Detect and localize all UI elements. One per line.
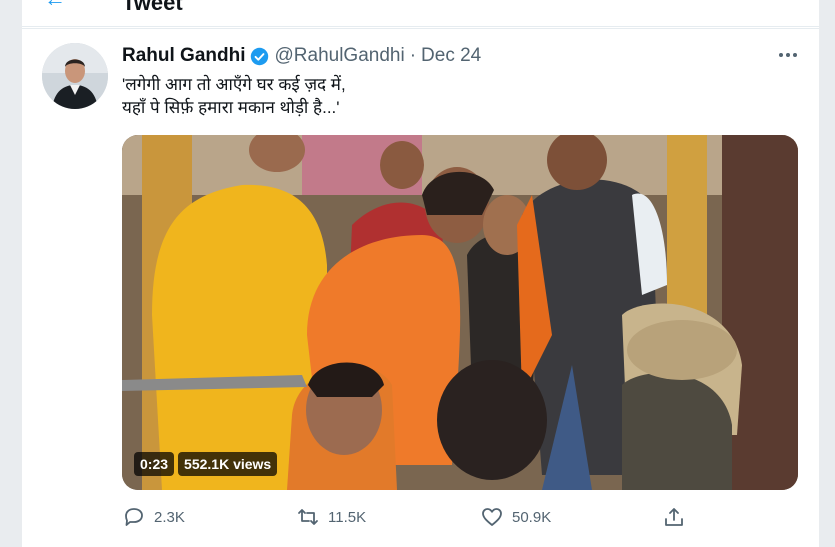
reply-button[interactable]: 2.3K	[122, 505, 185, 529]
retweet-button[interactable]: 11.5K	[296, 505, 366, 529]
author-handle[interactable]: @RahulGandhi	[275, 45, 405, 67]
author-row: Rahul Gandhi @RahulGandhi · Dec 24	[122, 45, 481, 67]
page-header: ← Tweet	[22, 0, 819, 27]
like-button[interactable]: 50.9K	[480, 505, 551, 529]
retweet-icon	[298, 509, 318, 525]
tweet-page: ← Tweet Rahul Gandhi @RahulGandhi · Dec …	[22, 0, 819, 547]
tweet-text-line: 'लगेगी आग तो आएँगे घर कई ज़द में,	[122, 75, 346, 94]
avatar[interactable]	[42, 43, 108, 109]
page-title: Tweet	[122, 0, 183, 15]
video-views: 552.1K views	[178, 452, 278, 476]
separator-dot: ·	[409, 45, 417, 66]
verified-badge-icon	[250, 47, 268, 65]
video-duration: 0:23	[134, 452, 175, 476]
video-player[interactable]: 0:23 552.1K views	[122, 135, 798, 490]
heart-icon	[482, 508, 502, 526]
retweet-count: 11.5K	[328, 508, 367, 526]
share-icon	[665, 508, 683, 526]
avatar-photo	[42, 43, 108, 109]
video-thumbnail	[122, 135, 798, 490]
tweet-text-line: यहाँ पे सिर्फ़ हमारा मकान थोड़ी है...'	[122, 98, 340, 117]
tweet-date[interactable]: Dec 24	[421, 45, 481, 67]
video-overlay: 0:23 552.1K views	[134, 452, 278, 476]
tweet-card: Rahul Gandhi @RahulGandhi · Dec 24 'लगेग…	[22, 28, 819, 545]
tweet-text: 'लगेगी आग तो आएँगे घर कई ज़द में, यहाँ प…	[122, 73, 782, 119]
like-count: 50.9K	[512, 508, 552, 526]
author-name[interactable]: Rahul Gandhi	[122, 45, 246, 67]
back-arrow-icon[interactable]: ←	[44, 0, 66, 12]
action-bar: 2.3K 11.5K 50.9K	[122, 505, 722, 531]
share-button[interactable]	[662, 505, 686, 529]
reply-icon	[125, 508, 143, 526]
more-options-icon[interactable]	[779, 45, 797, 65]
reply-count: 2.3K	[154, 508, 185, 526]
